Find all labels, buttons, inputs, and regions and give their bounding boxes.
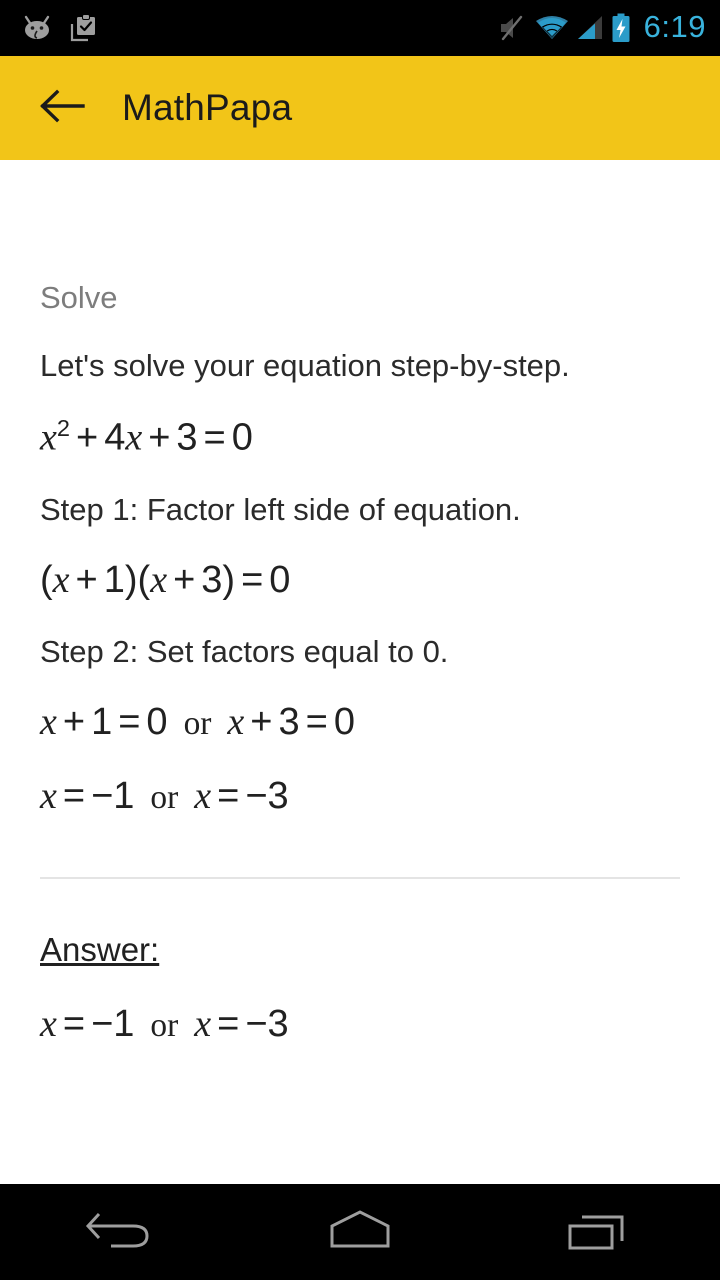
ans-left-var: x — [40, 1002, 57, 1045]
back-button[interactable] — [34, 80, 90, 136]
fz-right-var: x — [227, 700, 245, 743]
nav-recents-icon — [562, 1202, 638, 1263]
clipboard-check-icon — [70, 14, 98, 42]
nav-recents-button[interactable] — [480, 1184, 720, 1280]
ans-left-value: −1 — [91, 1002, 135, 1045]
system-navigation-bar — [0, 1184, 720, 1280]
sol-left-value: −1 — [91, 774, 135, 817]
sol-right-var: x — [194, 774, 212, 817]
nav-back-icon — [85, 1202, 155, 1263]
phone-screen: 6:19 MathPapa Solve Let's solve your equ… — [0, 0, 720, 1280]
section-label-solve: Solve — [40, 280, 118, 315]
factored-close-paren-2: ) — [222, 558, 236, 601]
factored-num-2: 3 — [201, 558, 223, 601]
fz-left-rhs: 0 — [146, 700, 168, 743]
ans-right-equals: = — [217, 1002, 240, 1045]
equation-plus-1: + — [75, 416, 99, 459]
ans-right-var: x — [194, 1002, 212, 1045]
fz-right-rhs: 0 — [333, 700, 355, 743]
equation-constant: 3 — [176, 416, 198, 459]
factored-open-paren-1: ( — [40, 558, 53, 601]
app-bar: MathPapa — [0, 56, 720, 160]
ans-conjunction: or — [150, 1006, 179, 1044]
cellular-signal-icon — [576, 14, 604, 42]
wifi-icon — [535, 14, 569, 42]
fz-left-equals: = — [118, 700, 141, 743]
answer-line: x = −1 or x = −3 — [40, 969, 680, 1043]
status-bar-system-icons: 6:19 — [498, 9, 706, 47]
nav-home-icon — [320, 1202, 400, 1263]
android-face-icon — [22, 15, 52, 41]
ans-left-equals: = — [62, 1002, 86, 1045]
fz-right-op: + — [250, 700, 273, 743]
sol-right-value: −3 — [245, 774, 289, 817]
equation-term2-var: x — [125, 416, 143, 459]
equation-base: x — [40, 416, 57, 459]
fz-left-var: x — [40, 700, 57, 743]
equation-equals: = — [203, 416, 226, 459]
factored-equation: (x +1)(x +3) = 0 — [40, 525, 680, 599]
sol-conjunction: or — [150, 778, 179, 816]
battery-charging-icon — [611, 13, 631, 43]
factored-op-1: + — [75, 558, 98, 601]
solutions-line: x = −1 or x = −3 — [40, 741, 680, 815]
factored-rhs: 0 — [269, 558, 291, 601]
factored-var-2: x — [150, 558, 168, 601]
intro-text: Let's solve your equation step-by-step. — [40, 348, 570, 383]
factored-var-1: x — [52, 558, 70, 601]
equation-rhs: 0 — [231, 416, 253, 459]
factors-zero-equations: x +1 = 0 or x +3 = 0 — [40, 667, 680, 741]
factored-open-paren-2: ( — [137, 558, 151, 601]
sol-left-var: x — [40, 774, 57, 817]
status-bar: 6:19 — [0, 0, 720, 56]
nav-home-button[interactable] — [240, 1184, 480, 1280]
original-equation: x2 +4x +3 = 0 — [40, 381, 680, 459]
equation-coefficient: 4 — [104, 416, 126, 459]
factored-equals: = — [241, 558, 264, 601]
fz-left-num: 1 — [91, 700, 113, 743]
factored-close-paren-1: ) — [124, 558, 138, 601]
back-arrow-icon — [39, 88, 85, 129]
step-2-label: Step 2: Set factors equal to 0. — [40, 633, 449, 669]
sol-right-equals: = — [217, 774, 240, 817]
fz-conjunction: or — [183, 704, 212, 742]
factored-num-1: 1 — [103, 558, 125, 601]
equation-plus-2: + — [148, 416, 171, 459]
volume-mute-icon — [498, 14, 528, 42]
factored-op-2: + — [173, 558, 196, 601]
nav-back-button[interactable] — [0, 1184, 240, 1280]
equation-exponent: 2 — [56, 415, 70, 441]
sol-left-equals: = — [62, 774, 86, 817]
fz-right-equals: = — [305, 700, 328, 743]
status-bar-clock: 6:19 — [643, 9, 706, 44]
fz-right-num: 3 — [278, 700, 300, 743]
answer-label: Answer: — [40, 930, 160, 968]
status-bar-notifications — [22, 14, 98, 42]
app-title: MathPapa — [122, 87, 293, 128]
solution-content: Solve Let's solve your equation step-by-… — [0, 160, 720, 1184]
ans-right-value: −3 — [245, 1002, 289, 1045]
fz-left-op: + — [62, 700, 86, 743]
step-1-label: Step 1: Factor left side of equation. — [40, 491, 521, 527]
